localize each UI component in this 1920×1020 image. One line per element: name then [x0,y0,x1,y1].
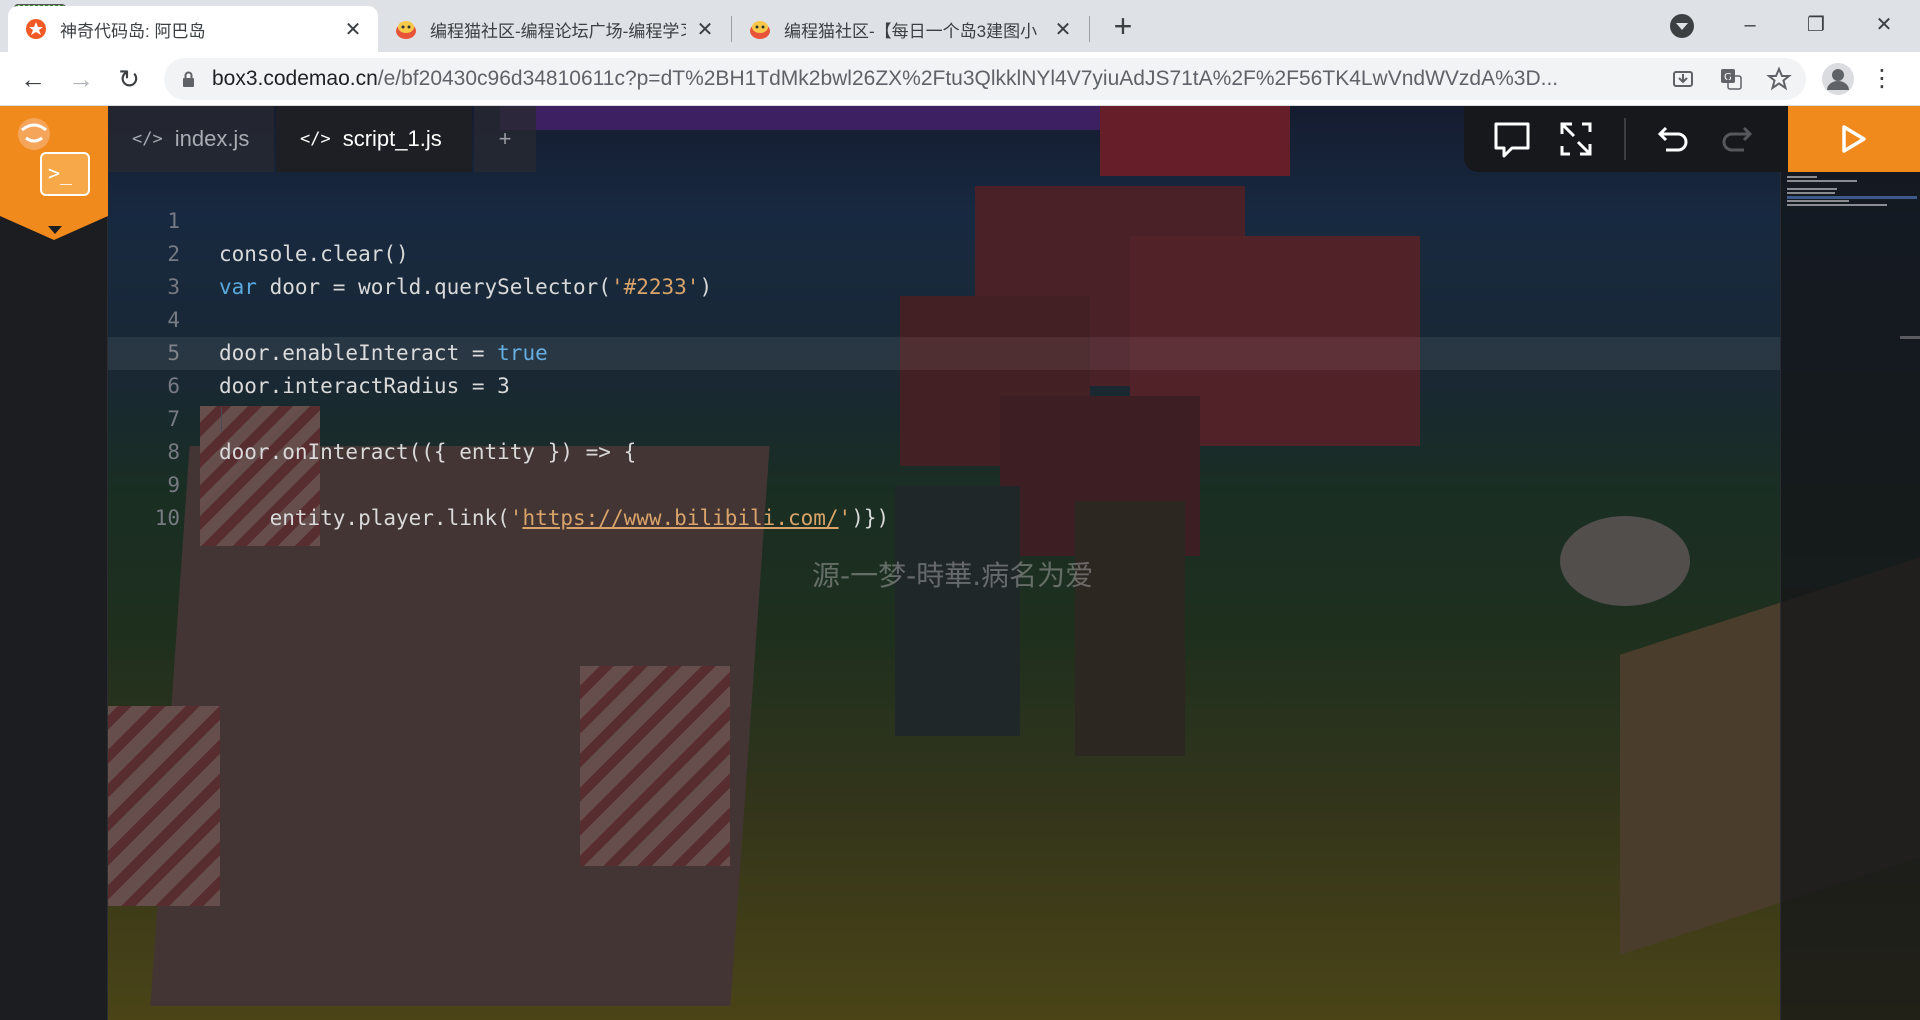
redo-icon[interactable] [1714,118,1758,160]
restore-button[interactable]: ❐ [1786,8,1846,42]
browser-tab-title: 编程猫社区-【每日一个岛3建图小 [784,21,1038,41]
minimap-line [1787,176,1817,178]
minimap-line [1787,200,1849,202]
tab-label: index.js [174,126,250,151]
code-string-quote: ' [509,506,523,530]
toolbar-divider [1624,118,1626,160]
sidebar-header: >_ [0,106,108,240]
new-tab-button[interactable]: + [1106,10,1140,44]
expand-icon[interactable] [1554,118,1598,160]
profile-avatar-icon[interactable] [1822,63,1854,95]
codemao-favicon-icon [750,21,770,39]
code-string-quote: ' [838,506,852,530]
code-line: 2 var door = world.querySelector('#2233'… [108,205,1780,299]
bookmark-star-icon[interactable] [1766,66,1792,92]
close-tab-icon[interactable]: ✕ [342,17,364,42]
url-text[interactable]: box3.codemao.cn/e/bf20430c96d34810611c?p… [212,58,1612,100]
code-line: 7 door.onInteract(({ entity }) => { [108,370,1780,464]
collapse-caret-icon[interactable] [48,226,62,234]
code-text: )}) [851,506,890,530]
back-icon[interactable]: ← [16,62,50,96]
box3-favicon-icon [26,19,46,39]
console-toggle-button[interactable]: >_ [40,152,90,196]
tab-search-icon[interactable] [1670,14,1694,38]
codemao-favicon-icon [396,21,416,39]
install-app-icon[interactable] [1670,66,1696,92]
tab-separator [1089,16,1090,42]
close-tab-icon[interactable]: ✕ [1052,17,1074,42]
minimap-line [1787,180,1857,182]
codemao-logo-icon [18,118,50,150]
indent-guide [221,407,222,432]
address-bar[interactable]: box3.codemao.cn/e/bf20430c96d34810611c?p… [164,58,1806,100]
code-icon: </> [132,129,163,149]
tab-index-js[interactable]: </> index.js [108,106,274,172]
browser-tab-strip: 神奇代码岛: 阿巴岛 ✕ 编程猫社区-编程论坛广场-编程学习交流 ✕ 编程猫社区… [0,0,1920,52]
scrollbar-marker[interactable] [1900,336,1920,339]
browser-toolbar: ← → ↻ box3.codemao.cn/e/bf20430c96d34810… [0,52,1920,106]
minimize-button[interactable]: – [1720,8,1780,42]
game-viewport: 源-一梦-時華.病名为爱 >_ </> index.js </> script_… [0,106,1920,1020]
code-line: 5 door.interactRadius = 3 [108,304,1780,398]
editor-toolbar [1464,106,1788,172]
code-line: 1 console.clear() [108,172,1780,266]
line-code: entity.player.link('https://www.bilibili… [219,502,890,535]
run-button[interactable] [1788,106,1920,172]
minimap-line [1787,188,1837,190]
line-number: 10 [154,506,180,530]
code-text: entity.player.link( [219,506,510,530]
code-line-current: 6 [108,337,1780,398]
code-line: 9 [108,436,1780,497]
lock-icon [183,71,194,87]
tab-label: script_1.js [342,126,442,151]
code-line: 8 entity.player.link('https://www.bilibi… [108,403,1780,530]
close-window-button[interactable]: ✕ [1854,8,1914,42]
code-minimap[interactable] [1780,172,1920,1020]
forward-icon[interactable]: → [64,62,98,96]
translate-icon[interactable]: G [1718,66,1744,92]
add-script-button[interactable]: + [474,106,536,172]
browser-tab-title: 神奇代码岛: 阿巴岛 [60,21,206,41]
minimap-current-line [1787,196,1917,199]
play-icon [1842,125,1866,153]
reload-icon[interactable]: ↻ [112,62,146,96]
tab-script-1-js[interactable]: </> script_1.js [276,106,472,172]
code-line: 3 [108,238,1780,299]
browser-tab-3[interactable]: 编程猫社区-【每日一个岛3建图小 ✕ [732,6,1088,52]
undo-icon[interactable] [1652,118,1696,160]
browser-menu-icon[interactable]: ⋮ [1870,62,1894,96]
close-tab-icon[interactable]: ✕ [694,17,716,42]
left-sidebar: >_ [0,106,108,1020]
url-path: /e/bf20430c96d34810611c?p=dT%2BH1TdMk2bw… [377,67,1559,90]
code-editor[interactable]: 1 console.clear() 2 var door = world.que… [108,172,1780,1020]
code-icon: </> [300,129,331,149]
code-line: 10 [108,469,1780,530]
code-line: 4 door.enableInteract = true [108,271,1780,365]
browser-tab-1[interactable]: 神奇代码岛: 阿巴岛 ✕ [8,6,378,52]
browser-tab-title: 编程猫社区-编程论坛广场-编程学习交流 [430,21,686,41]
url-host: box3.codemao.cn [212,67,378,90]
minimap-line [1787,204,1887,206]
comment-icon[interactable] [1490,118,1534,160]
minimap-line [1787,192,1835,194]
browser-tab-2[interactable]: 编程猫社区-编程论坛广场-编程学习交流 ✕ [378,6,730,52]
code-link[interactable]: https://www.bilibili.com/ [522,506,838,530]
